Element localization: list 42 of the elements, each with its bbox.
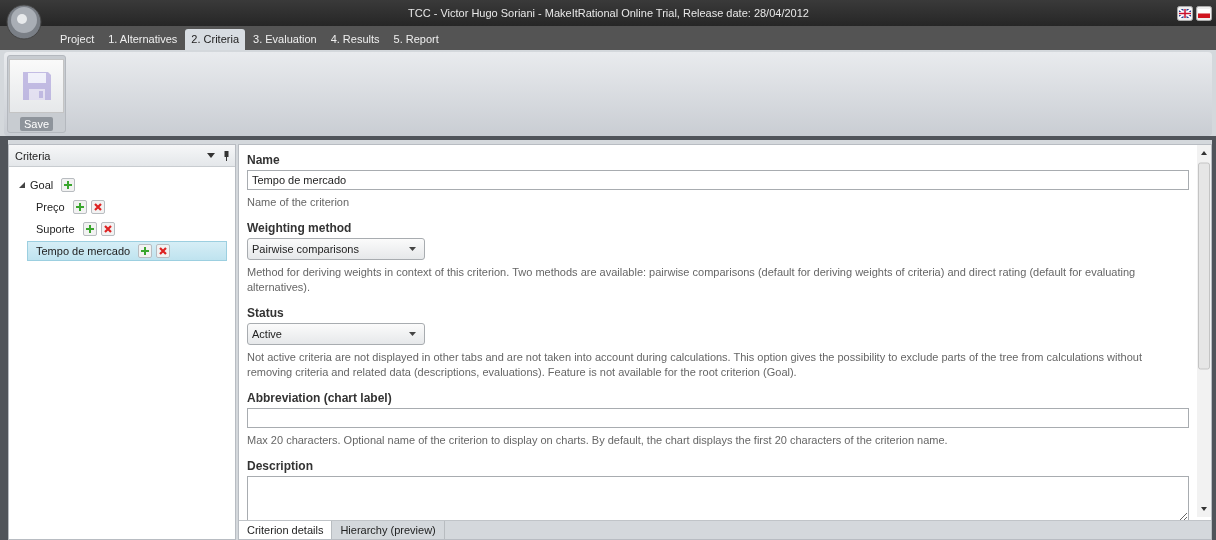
- pin-icon[interactable]: [224, 150, 229, 161]
- menu-tab[interactable]: 4. Results: [324, 29, 386, 50]
- help-text: Max 20 characters. Optional name of the criterion to display on charts. By default, the chart displays the first 20 characters of the criterion name.: [247, 433, 949, 448]
- add-button[interactable]: [82, 222, 97, 236]
- help-text: Name of the criterion: [247, 195, 351, 210]
- add-button[interactable]: [72, 200, 87, 214]
- field-label: Status: [247, 306, 285, 320]
- tree-item[interactable]: Suporte: [27, 219, 227, 239]
- menu-tab[interactable]: 5. Report: [387, 29, 445, 50]
- help-text: Not active criteria are not displayed in other tabs and are not taken into account during calculations. This option gives the possibility to exclude parts of the tree from calculations without removing criteria and related data (descriptions, evaluations). Feature is not available for the root criterion (Goal).: [247, 350, 1143, 380]
- menu-tab[interactable]: Project: [54, 29, 101, 50]
- collapse-icon[interactable]: [18, 181, 26, 189]
- tree-item[interactable]: Goal: [9, 175, 235, 195]
- field-label: Abbreviation (chart label): [247, 391, 393, 405]
- dropdown-icon[interactable]: [207, 152, 215, 159]
- add-button[interactable]: [138, 244, 153, 258]
- menu-tab[interactable]: 2. Criteria: [185, 29, 246, 50]
- add-button[interactable]: [61, 178, 76, 192]
- text-field[interactable]: Tempo de mercado: [247, 170, 1189, 190]
- caret-icon: [409, 246, 416, 252]
- field-label: Name: [247, 153, 281, 167]
- help-text: Method for deriving weights in context of this criterion. Two methods are available: pairwise comparisons (default for deriving weights of criteria) and direct rating (default for evaluating alternatives).: [247, 265, 1137, 295]
- scrollbar[interactable]: [1197, 145, 1211, 517]
- app-logo-icon[interactable]: [6, 4, 42, 40]
- caret-icon: [409, 331, 416, 337]
- delete-button[interactable]: [156, 244, 171, 258]
- menu-tab[interactable]: 3. Evaluation: [247, 29, 323, 50]
- tree-item[interactable]: Preço: [27, 197, 227, 217]
- menu-tab[interactable]: 1. Alternatives: [102, 29, 184, 50]
- text-field[interactable]: [247, 408, 1189, 428]
- dropdown[interactable]: Pairwise comparisons: [247, 238, 425, 260]
- flag-icon[interactable]: [1177, 5, 1193, 21]
- tree-item[interactable]: Tempo de mercado: [27, 241, 227, 261]
- flag-icon[interactable]: [1196, 5, 1212, 21]
- field-label: Description: [247, 459, 314, 473]
- dropdown[interactable]: Active: [247, 323, 425, 345]
- window-title: TCC - Victor Hugo Soriani - MakeItRational Online Trial, Release date: 28/04/2012: [407, 7, 810, 19]
- delete-button[interactable]: [90, 200, 105, 214]
- view-tab[interactable]: Criterion details: [239, 521, 333, 539]
- panel-title: Criteria: [15, 149, 52, 162]
- field-label: Weighting method: [247, 221, 353, 235]
- delete-button[interactable]: [100, 222, 115, 236]
